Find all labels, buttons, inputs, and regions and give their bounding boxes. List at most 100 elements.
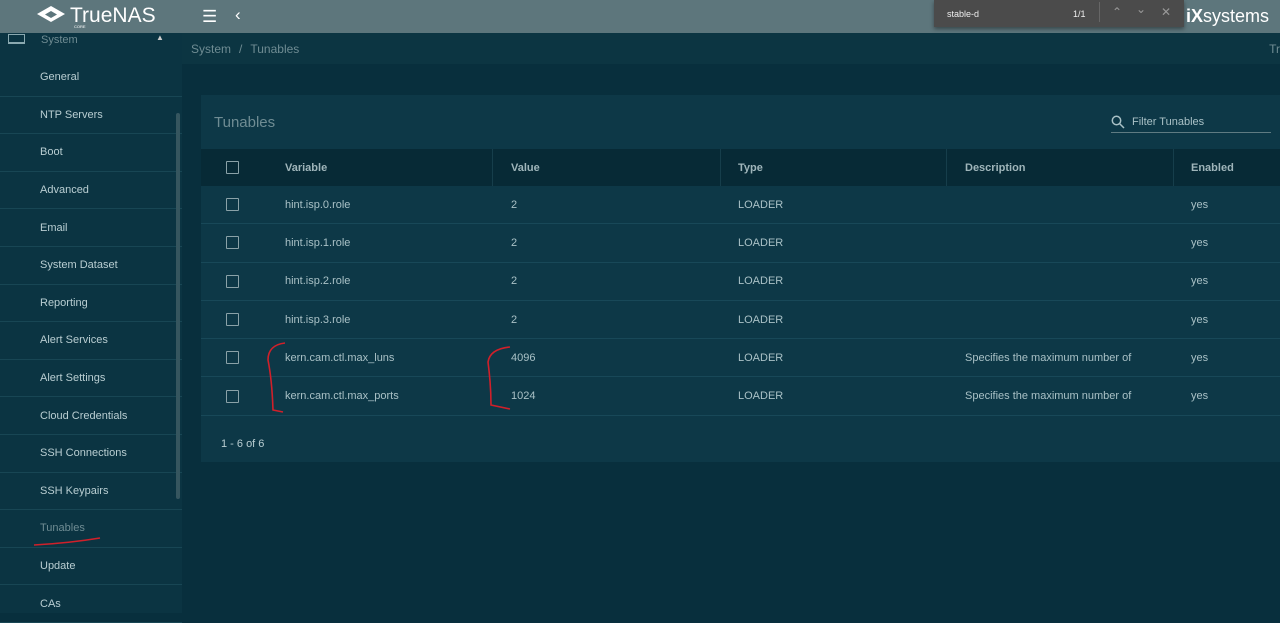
value-cell: 1024 xyxy=(511,390,536,403)
card-title: Tunables xyxy=(214,114,276,131)
sidebar-item-label: Advanced xyxy=(40,184,89,197)
sidebar-item-alert-settings[interactable]: Alert Settings xyxy=(0,360,182,398)
search-icon xyxy=(1111,115,1125,129)
find-count: 1/1 xyxy=(1073,8,1086,19)
table-row[interactable]: kern.cam.ctl.max_luns 4096 LOADER Specifies… xyxy=(201,339,1280,378)
row-checkbox[interactable] xyxy=(226,274,239,288)
enabled-cell: yes xyxy=(1191,351,1209,364)
description-cell xyxy=(965,224,1135,261)
close-icon[interactable]: ✕ xyxy=(1161,5,1171,19)
type-cell: LOADER xyxy=(738,390,784,403)
sidebar-item-label: SSH Connections xyxy=(40,447,127,460)
truenas-logo-icon xyxy=(37,6,65,22)
variable-cell: kern.cam.ctl.max_luns xyxy=(285,351,395,364)
sidebar-scrollbar[interactable] xyxy=(176,113,180,499)
table-row[interactable]: hint.isp.3.role 2 LOADER yes xyxy=(201,301,1280,340)
brand-edition: CORE xyxy=(74,24,86,29)
ixsystems-logo: iXsystems xyxy=(1186,6,1270,26)
divider xyxy=(1099,2,1100,22)
variable-cell: hint.isp.3.role xyxy=(285,313,351,326)
sidebar-item-label: Boot xyxy=(40,146,63,159)
find-next-icon[interactable]: ⌄ xyxy=(1136,2,1146,16)
sidebar-item-update[interactable]: Update xyxy=(0,548,182,586)
column-divider[interactable] xyxy=(720,149,721,186)
column-divider[interactable] xyxy=(492,149,493,186)
column-header-value[interactable]: Value xyxy=(511,149,540,186)
menu-icon[interactable]: ☰ xyxy=(202,7,217,27)
sidebar-item-label: General xyxy=(40,71,80,84)
sidebar-item-boot[interactable]: Boot xyxy=(0,134,182,172)
sidebar-item-tunables[interactable]: Tunables xyxy=(0,510,182,548)
sidebar-item-label: System Dataset xyxy=(40,259,118,272)
sidebar-section-label: System xyxy=(41,34,78,46)
enabled-cell: yes xyxy=(1191,236,1209,249)
sidebar-item-ssh-keypairs[interactable]: SSH Keypairs xyxy=(0,473,182,511)
chevron-left-icon[interactable]: ‹ xyxy=(235,5,241,25)
row-checkbox[interactable] xyxy=(226,313,239,327)
sidebar-item-advanced[interactable]: Advanced xyxy=(0,172,182,210)
truenas-logo[interactable]: TrueNAS CORE xyxy=(36,4,156,29)
enabled-cell: yes xyxy=(1191,390,1209,403)
value-cell: 2 xyxy=(511,198,518,211)
laptop-icon xyxy=(8,34,25,44)
sidebar-item-label: Email xyxy=(40,221,68,234)
type-cell: LOADER xyxy=(738,313,784,326)
sidebar-item-label: NTP Servers xyxy=(40,108,103,121)
row-checkbox[interactable] xyxy=(226,236,239,250)
table-row[interactable]: hint.isp.0.role 2 LOADER yes xyxy=(201,186,1280,225)
column-divider[interactable] xyxy=(946,149,947,186)
sidebar-item-cloud-credentials[interactable]: Cloud Credentials xyxy=(0,397,182,435)
type-cell: LOADER xyxy=(738,198,784,211)
column-header-type[interactable]: Type xyxy=(738,149,763,186)
breadcrumb: System / Tunables Tr xyxy=(182,33,1280,64)
find-previous-icon[interactable]: ⌃ xyxy=(1112,5,1122,19)
filter-input[interactable]: Filter Tunables xyxy=(1111,111,1271,133)
pagination-info: 1 - 6 of 6 xyxy=(221,438,265,450)
partner-name: systems xyxy=(1203,6,1270,26)
sidebar-item-label: SSH Keypairs xyxy=(40,484,109,497)
filter-placeholder: Filter Tunables xyxy=(1132,116,1205,128)
row-checkbox[interactable] xyxy=(226,198,239,212)
value-cell: 2 xyxy=(511,313,518,326)
column-divider[interactable] xyxy=(1173,149,1174,186)
row-checkbox[interactable] xyxy=(226,389,239,403)
column-header-enabled[interactable]: Enabled xyxy=(1191,149,1234,186)
sidebar-item-label: Alert Settings xyxy=(40,372,106,385)
row-checkbox[interactable] xyxy=(226,351,239,365)
sidebar-item-label: Tunables xyxy=(40,522,85,535)
select-all-checkbox[interactable] xyxy=(226,161,239,174)
description-cell xyxy=(965,301,1135,338)
table-row[interactable]: kern.cam.ctl.max_ports 1024 LOADER Specifie… xyxy=(201,378,1280,416)
sidebar-item-reporting[interactable]: Reporting xyxy=(0,285,182,323)
table-header: Variable Value Type Description Enabled xyxy=(201,149,1280,186)
type-cell: LOADER xyxy=(738,236,784,249)
find-bar: stable-d 1/1 ⌃ ⌄ ✕ xyxy=(934,0,1184,27)
sidebar-item-ssh-connections[interactable]: SSH Connections xyxy=(0,435,182,473)
find-input[interactable]: stable-d xyxy=(947,9,979,19)
table-row[interactable]: hint.isp.1.role 2 LOADER yes xyxy=(201,224,1280,263)
sidebar-item-system-dataset[interactable]: System Dataset xyxy=(0,247,182,285)
column-header-description[interactable]: Description xyxy=(965,149,1026,186)
sidebar-item-alert-services[interactable]: Alert Services xyxy=(0,322,182,360)
table-row[interactable]: hint.isp.2.role 2 LOADER yes xyxy=(201,263,1280,301)
sidebar-item-general[interactable]: General xyxy=(0,59,182,97)
caret-up-icon: ▲ xyxy=(156,33,164,42)
sidebar-item-ntp-servers[interactable]: NTP Servers xyxy=(0,97,182,135)
description-cell xyxy=(965,186,1135,223)
description-cell: Specifies the maximum number of LUNs і xyxy=(965,351,1135,364)
sidebar-section-system[interactable]: System ▲ xyxy=(0,33,182,49)
sidebar-item-label: Reporting xyxy=(40,296,88,309)
value-cell: 4096 xyxy=(511,351,536,364)
sidebar: System ▲ General NTP Servers Boot Advanced E… xyxy=(0,33,182,623)
sidebar-item-cas[interactable]: CAs xyxy=(0,585,182,623)
variable-cell: hint.isp.2.role xyxy=(285,275,351,288)
tunables-card: Tunables Filter Tunables Variable Value Ty… xyxy=(201,95,1280,462)
value-cell: 2 xyxy=(511,236,518,249)
breadcrumb-right: Tr xyxy=(1269,41,1280,56)
sidebar-item-email[interactable]: Email xyxy=(0,209,182,247)
breadcrumb-system[interactable]: System xyxy=(191,42,231,56)
value-cell: 2 xyxy=(511,275,518,288)
description-cell xyxy=(965,263,1135,300)
type-cell: LOADER xyxy=(738,275,784,288)
column-header-variable[interactable]: Variable xyxy=(285,149,327,186)
